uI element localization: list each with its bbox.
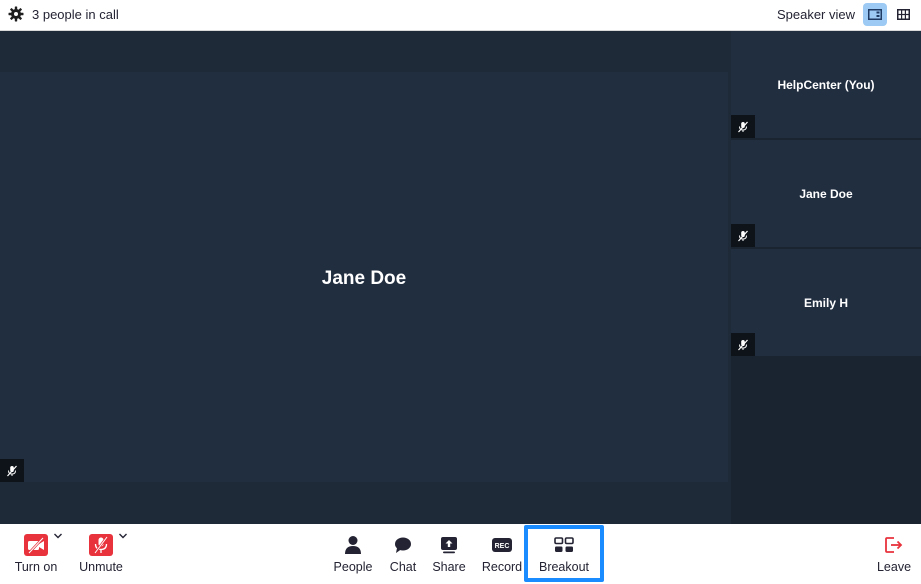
view-mode-label: Speaker view: [776, 7, 855, 22]
video-options-chevron-icon[interactable]: [53, 532, 63, 540]
record-button-label: Record: [481, 560, 523, 574]
breakout-rooms-button[interactable]: Breakout: [532, 524, 596, 584]
video-stage: Jane Doe HelpCenter (You) Jane Doe Emily…: [0, 31, 921, 524]
gallery-view-icon: [896, 9, 910, 20]
muted-mic-badge: [0, 459, 24, 482]
main-speaker-name: Jane Doe: [321, 268, 407, 289]
video-off-icon: [24, 534, 48, 556]
participant-count: 3 people in call: [32, 7, 119, 22]
share-button[interactable]: Share: [429, 524, 469, 584]
people-button[interactable]: People: [330, 524, 376, 584]
muted-mic-icon: [7, 465, 17, 476]
unmute-button-label: Unmute: [79, 560, 123, 574]
breakout-button-label: Breakout: [538, 560, 590, 574]
top-bar: 3 people in call Speaker view: [0, 0, 921, 31]
gear-icon[interactable]: [8, 6, 24, 22]
video-button-label: Turn on: [14, 560, 58, 574]
chat-button[interactable]: Chat: [384, 524, 422, 584]
muted-mic-badge: [731, 224, 755, 247]
people-icon: [345, 536, 361, 554]
muted-mic-icon: [738, 339, 748, 350]
chat-icon: [395, 537, 411, 553]
participant-tile[interactable]: HelpCenter (You): [731, 31, 921, 138]
participant-name: Jane Doe: [799, 187, 853, 201]
muted-mic-badge: [731, 333, 755, 356]
main-speaker-tile[interactable]: Jane Doe: [0, 72, 728, 482]
leave-button-label: Leave: [876, 560, 912, 574]
participant-name: HelpCenter (You): [777, 78, 875, 92]
mic-off-icon: [89, 534, 113, 556]
meeting-toolbar: Turn on Unmute People Chat Share REC Rec…: [0, 524, 921, 584]
speaker-view-icon: [868, 9, 882, 20]
muted-mic-icon: [738, 121, 748, 132]
share-button-label: Share: [432, 560, 466, 574]
audio-options-chevron-icon[interactable]: [118, 532, 128, 540]
speaker-view-button[interactable]: [863, 3, 887, 26]
record-badge-text: REC: [495, 543, 510, 550]
record-button[interactable]: REC Record: [479, 524, 525, 584]
record-icon: REC: [492, 538, 512, 552]
people-button-label: People: [333, 560, 373, 574]
participant-tile[interactable]: Jane Doe: [731, 140, 921, 247]
participant-tile[interactable]: Emily H: [731, 249, 921, 356]
participant-name: Emily H: [803, 296, 848, 310]
participant-strip: HelpCenter (You) Jane Doe Emily H: [731, 31, 921, 524]
muted-mic-badge: [731, 115, 755, 138]
share-screen-icon: [441, 537, 457, 554]
chat-button-label: Chat: [389, 560, 417, 574]
muted-mic-icon: [738, 230, 748, 241]
leave-icon: [885, 537, 903, 553]
breakout-rooms-icon: [554, 537, 574, 552]
gallery-view-button[interactable]: [891, 3, 915, 26]
leave-button[interactable]: Leave: [873, 524, 915, 584]
